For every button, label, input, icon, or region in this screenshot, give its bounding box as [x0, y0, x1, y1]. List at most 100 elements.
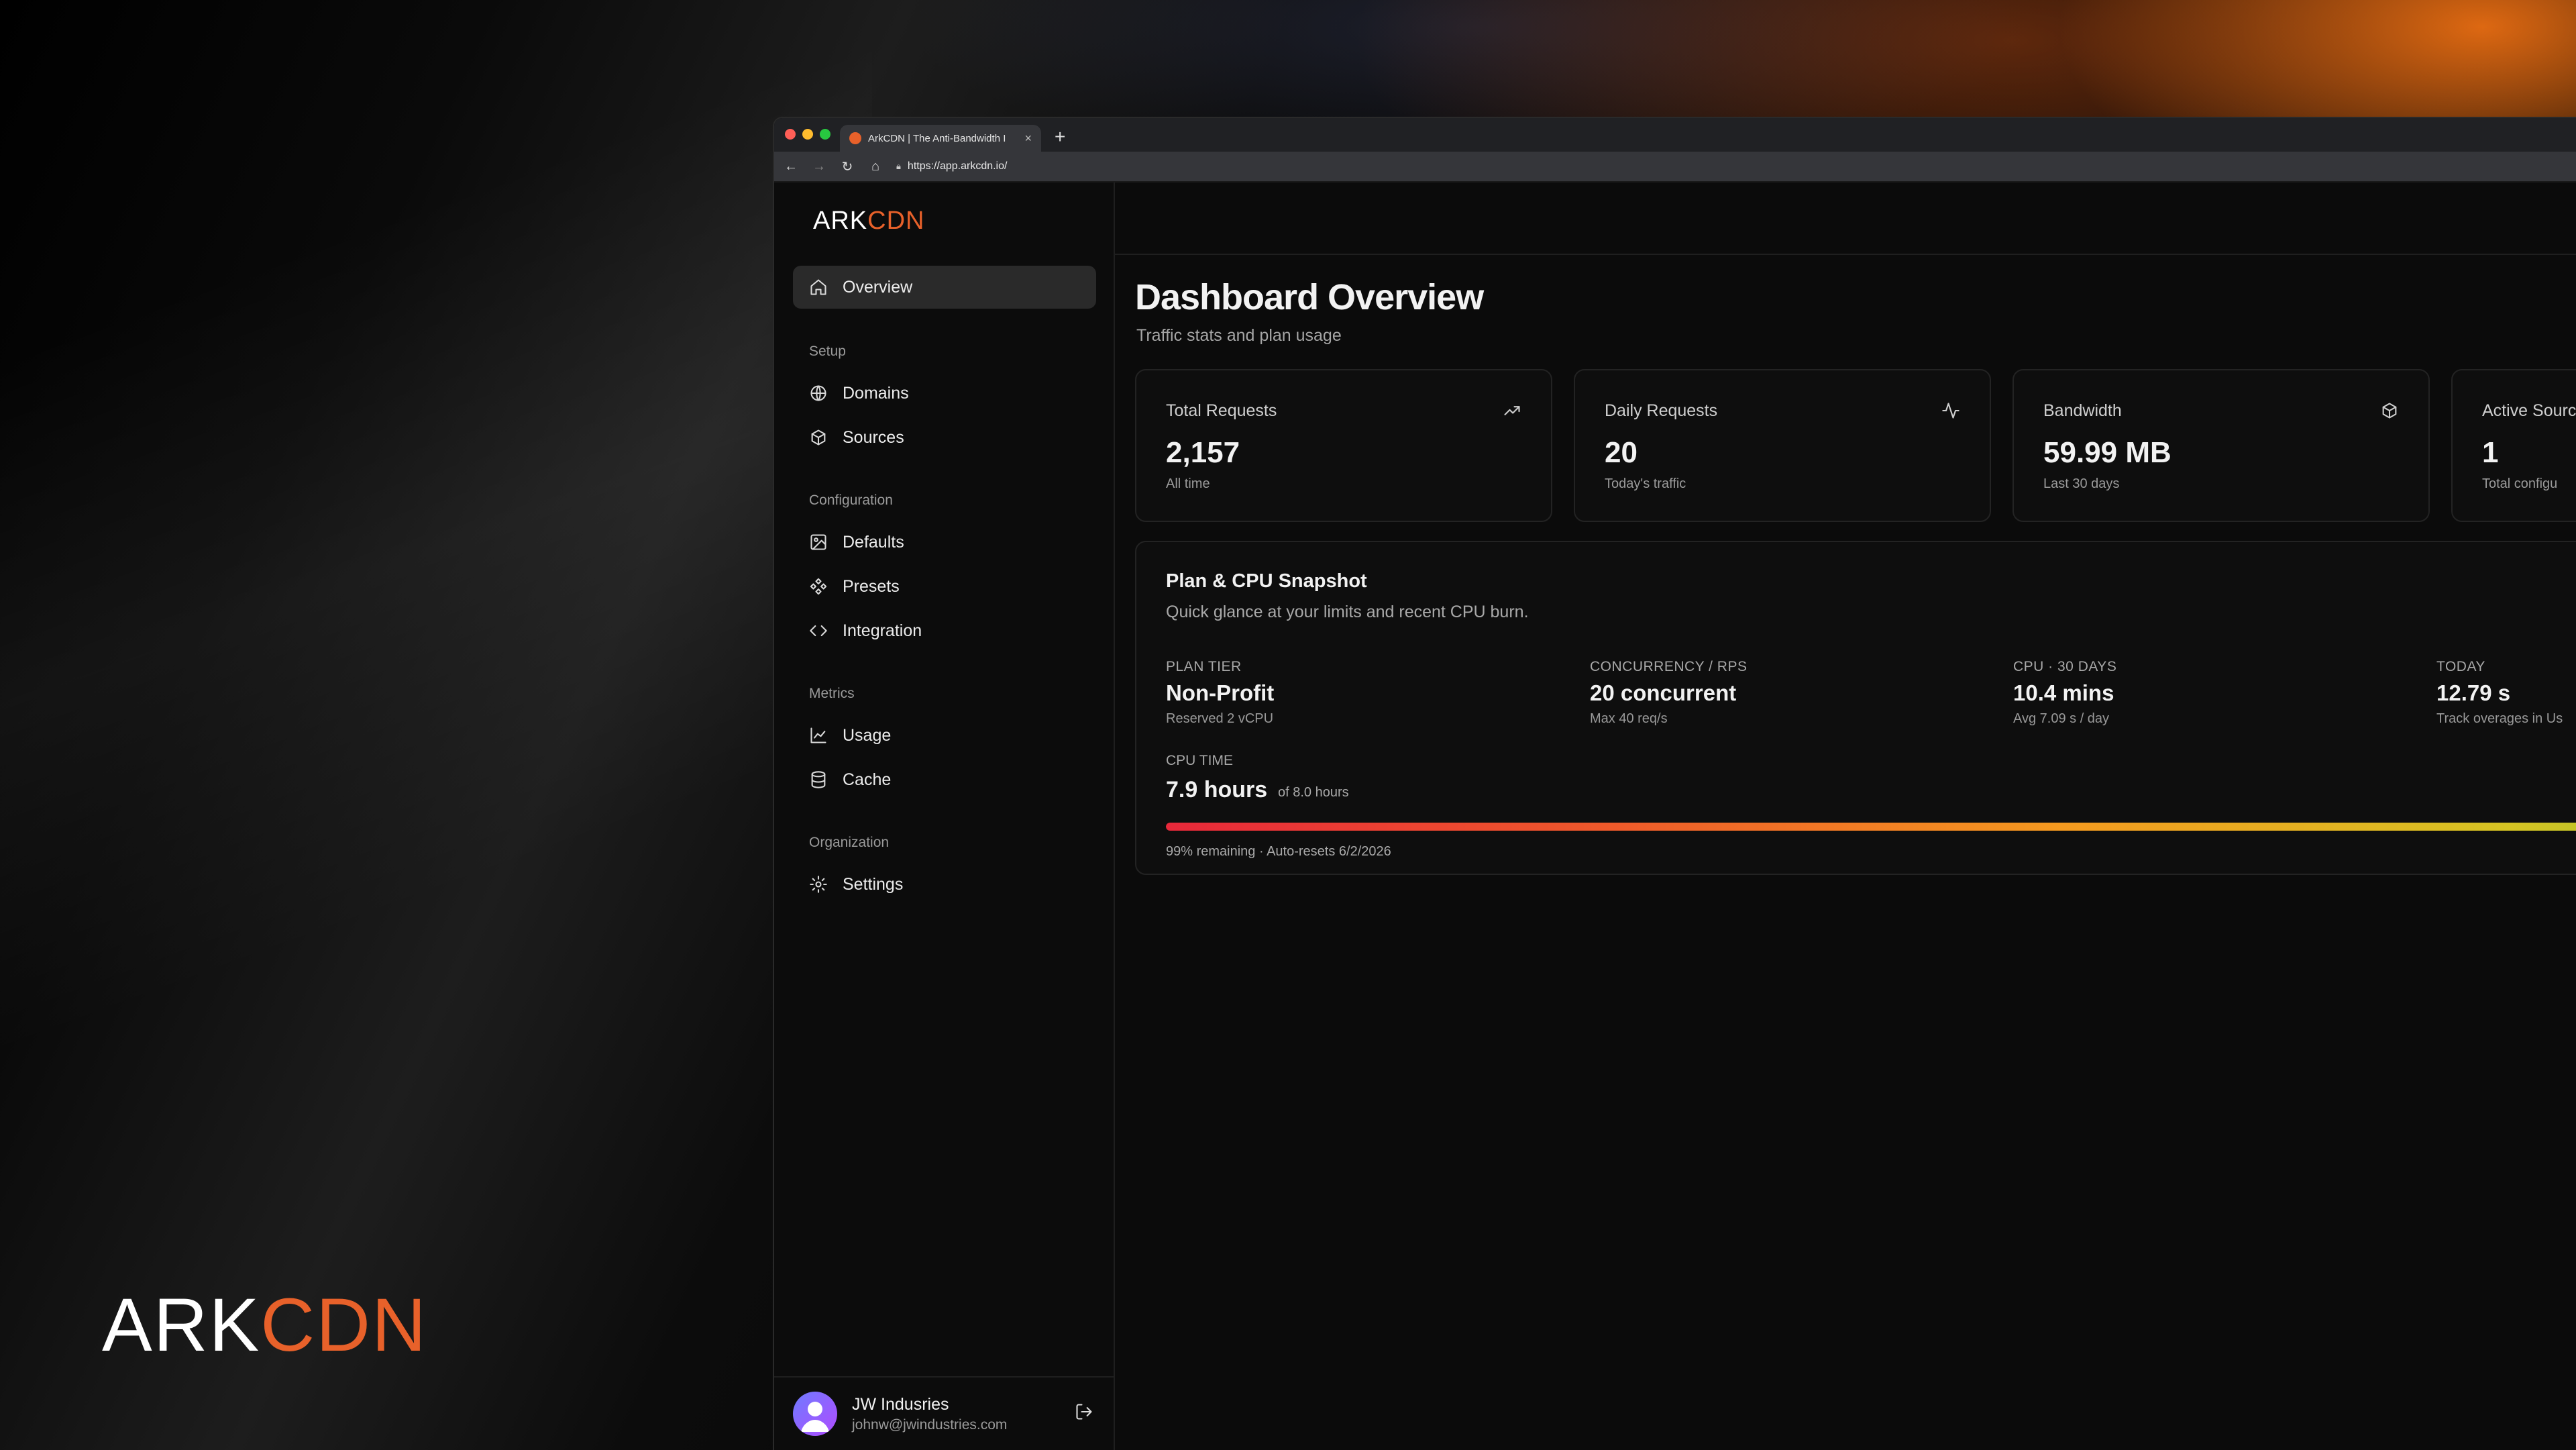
stat-value: 12.79 s — [2436, 680, 2511, 705]
stat-card-daily-requests: Daily Requests 20 Today's traffic — [1574, 369, 1991, 522]
sidebar-item-label: Cache — [843, 770, 892, 789]
plan-cpu-snapshot-card: Plan & CPU Snapshot Quick glance at your… — [1135, 541, 2576, 875]
card-subtext: All time — [1166, 476, 1210, 491]
user-icon — [801, 1402, 829, 1432]
sidebar-item-integration[interactable]: Integration — [793, 609, 1096, 652]
globe-icon — [809, 384, 828, 403]
stat-key: TODAY — [2436, 659, 2485, 674]
card-value: 1 — [2482, 436, 2499, 469]
sidebar-item-cache[interactable]: Cache — [793, 758, 1096, 801]
card-subtext: Today's traffic — [1605, 476, 1686, 491]
sidebar-logo-cdn: CDN — [867, 207, 925, 235]
plan-subtitle: Quick glance at your limits and recent C… — [1166, 603, 1529, 621]
logo-ark-text: ARK — [102, 1283, 261, 1367]
package-icon — [2380, 401, 2399, 423]
stat-today: TODAY 12.79 s Track overages in Us — [2436, 659, 2563, 727]
stat-detail: Reserved 2 vCPU — [1166, 711, 1274, 726]
browser-tab[interactable]: ArkCDN | The Anti-Bandwidth I × — [840, 125, 1041, 152]
stat-key: CONCURRENCY / RPS — [1590, 659, 1748, 674]
sidebar-item-defaults[interactable]: Defaults — [793, 521, 1096, 564]
activity-icon — [1941, 401, 1960, 423]
card-label: Total Requests — [1166, 401, 1277, 420]
cpu-remaining-note: 99% remaining · Auto-resets 6/2/2026 — [1166, 844, 1391, 859]
card-value: 20 — [1605, 436, 1638, 469]
gear-icon — [809, 875, 828, 894]
home-icon — [809, 278, 828, 297]
user-profile[interactable]: JW Indusries johnw@jwindustries.com — [774, 1376, 1114, 1450]
card-value: 59.99 MB — [2043, 436, 2171, 469]
card-label: Active Sourc — [2482, 401, 2576, 420]
section-label-configuration: Configuration — [809, 493, 893, 508]
section-label-setup: Setup — [809, 344, 846, 359]
cpu-progress-bar — [1166, 823, 2576, 831]
new-tab-button[interactable]: + — [1055, 123, 1065, 150]
cpu-time-label: CPU TIME — [1166, 753, 1233, 768]
sidebar-item-overview[interactable]: Overview — [793, 266, 1096, 309]
card-subtext: Last 30 days — [2043, 476, 2120, 491]
sidebar-item-label: Defaults — [843, 532, 904, 552]
line-chart-icon — [809, 726, 828, 745]
stat-plan-tier: PLAN TIER Non-Profit Reserved 2 vCPU — [1166, 659, 1274, 727]
app: ARKCDN Overview Setup Domains Sources Co… — [774, 183, 2576, 1450]
stat-cpu-30-days: CPU · 30 DAYS 10.4 mins Avg 7.09 s / day — [2013, 659, 2116, 727]
box-icon — [809, 428, 828, 447]
stat-detail: Max 40 req/s — [1590, 711, 1668, 726]
url-field[interactable]: 🔒︎ https://app.arkcdn.io/ — [896, 160, 1007, 172]
home-icon[interactable]: ⌂ — [868, 159, 883, 174]
back-icon[interactable]: ← — [784, 159, 798, 174]
sidebar-item-presets[interactable]: Presets — [793, 565, 1096, 608]
card-label: Bandwidth — [2043, 401, 2122, 420]
trending-up-icon — [1503, 401, 1521, 423]
stat-detail: Avg 7.09 s / day — [2013, 711, 2110, 726]
sidebar-item-label: Integration — [843, 621, 922, 640]
sidebar-logo[interactable]: ARKCDN — [813, 207, 924, 236]
component-icon — [809, 577, 828, 596]
tab-title: ArkCDN | The Anti-Bandwidth I — [868, 132, 1006, 144]
section-label-metrics: Metrics — [809, 686, 855, 701]
sidebar: ARKCDN Overview Setup Domains Sources Co… — [774, 183, 1115, 1450]
stat-card-total-requests: Total Requests 2,157 All time — [1135, 369, 1552, 522]
logout-icon[interactable] — [1075, 1402, 1093, 1426]
card-label: Daily Requests — [1605, 401, 1718, 420]
sidebar-item-usage[interactable]: Usage — [793, 714, 1096, 757]
sidebar-logo-ark: ARK — [813, 207, 868, 235]
minimize-window-button[interactable] — [802, 129, 813, 140]
browser-window: ArkCDN | The Anti-Bandwidth I × + ← → ↻ … — [773, 117, 2576, 1450]
card-subtext: Total configu — [2482, 476, 2558, 491]
maximize-window-button[interactable] — [820, 129, 830, 140]
card-value: 2,157 — [1166, 436, 1240, 469]
url-text: https://app.arkcdn.io/ — [907, 160, 1008, 172]
close-window-button[interactable] — [785, 129, 796, 140]
user-name: JW Indusries — [852, 1394, 949, 1414]
sidebar-item-settings[interactable]: Settings — [793, 863, 1096, 906]
stat-value: Non-Profit — [1166, 680, 1275, 705]
stat-concurrency: CONCURRENCY / RPS 20 concurrent Max 40 r… — [1590, 659, 1747, 727]
sidebar-item-label: Domains — [843, 383, 909, 403]
window-controls — [785, 129, 830, 140]
sidebar-item-label: Overview — [843, 277, 913, 297]
forward-icon[interactable]: → — [812, 159, 826, 174]
stat-card-active-sources: Active Sourc 1 Total configu — [2451, 369, 2576, 522]
cpu-time-value: 7.9 hours — [1166, 777, 1268, 802]
browser-tabbar: ArkCDN | The Anti-Bandwidth I × + — [774, 118, 2576, 152]
cpu-progress-fill — [1166, 823, 2576, 831]
code-icon — [809, 621, 828, 640]
tab-close-icon[interactable]: × — [1024, 132, 1032, 146]
brand-logo-large: ARK CDN — [102, 1282, 427, 1368]
sidebar-item-label: Presets — [843, 576, 900, 596]
avatar — [793, 1392, 837, 1436]
section-label-organization: Organization — [809, 835, 890, 850]
sidebar-item-label: Sources — [843, 427, 904, 447]
sidebar-item-domains[interactable]: Domains — [793, 372, 1096, 415]
sidebar-item-sources[interactable]: Sources — [793, 416, 1096, 459]
main-content: Dashboard Overview Traffic stats and pla… — [1115, 183, 2576, 1450]
stat-value: 20 concurrent — [1590, 680, 1737, 705]
stat-value: 10.4 mins — [2013, 680, 2114, 705]
user-email: johnw@jwindustries.com — [852, 1416, 1008, 1433]
plan-title: Plan & CPU Snapshot — [1166, 570, 1367, 592]
reload-icon[interactable]: ↻ — [840, 158, 855, 175]
stat-card-bandwidth: Bandwidth 59.99 MB Last 30 days — [2012, 369, 2430, 522]
address-bar: ← → ↻ ⌂ 🔒︎ https://app.arkcdn.io/ — [774, 152, 2576, 183]
page-title: Dashboard Overview — [1135, 277, 1484, 317]
sidebar-item-label: Settings — [843, 874, 904, 894]
